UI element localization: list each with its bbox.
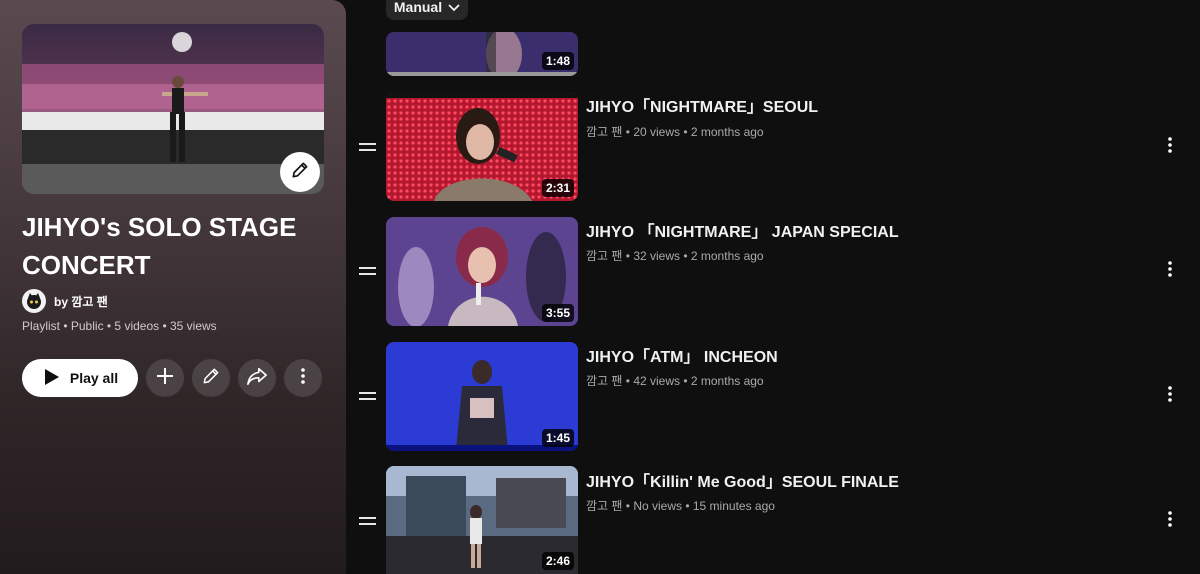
playlist-actions: Play all xyxy=(22,359,330,397)
drag-handle-icon[interactable] xyxy=(358,141,378,153)
play-all-label: Play all xyxy=(69,370,119,386)
playlist-cover-image[interactable] xyxy=(22,24,324,194)
edit-cover-button[interactable] xyxy=(280,152,320,192)
playlist-header-panel: JIHYO's SOLO STAGE CONCERT by 깜고 팬 Playl… xyxy=(0,0,346,574)
video-meta: 깜고 팬 • 42 views • 2 months ago xyxy=(586,374,764,388)
more-vert-icon xyxy=(1168,510,1172,532)
drag-handle-icon[interactable] xyxy=(358,390,378,402)
drag-handle-icon[interactable] xyxy=(358,265,378,277)
drag-handle-icon[interactable] xyxy=(358,515,378,527)
video-menu-button[interactable] xyxy=(1162,510,1178,532)
video-meta: 깜고 팬 • 20 views • 2 months ago xyxy=(586,125,764,139)
sort-button[interactable]: Manual xyxy=(386,0,468,20)
video-duration: 1:48 xyxy=(541,52,574,70)
video-title[interactable]: JIHYO「ATM」 INCHEON xyxy=(586,343,778,367)
video-thumbnail[interactable]: 3:55 xyxy=(386,217,578,326)
pencil-icon xyxy=(201,366,221,391)
pencil-icon xyxy=(290,160,310,185)
share-button[interactable] xyxy=(238,359,276,397)
sort-label: Manual xyxy=(393,0,443,15)
video-menu-button[interactable] xyxy=(1162,385,1178,407)
plus-icon xyxy=(155,366,175,391)
add-to-playlist-button[interactable] xyxy=(146,359,184,397)
more-vert-icon xyxy=(1168,260,1172,282)
chevron-down-icon xyxy=(448,0,460,15)
playlist-meta: Playlist • Public • 5 videos • 35 views xyxy=(22,319,217,333)
avatar[interactable] xyxy=(22,289,46,313)
video-menu-button[interactable] xyxy=(1162,260,1178,282)
video-thumbnail[interactable]: 1:48 xyxy=(386,32,578,76)
more-vert-icon xyxy=(1168,136,1172,158)
play-all-button[interactable]: Play all xyxy=(22,359,138,397)
more-vert-icon xyxy=(301,367,305,389)
owner-name[interactable]: by 깜고 팬 xyxy=(54,293,108,310)
share-icon xyxy=(246,366,268,391)
edit-playlist-button[interactable] xyxy=(192,359,230,397)
video-duration: 3:55 xyxy=(541,304,574,322)
video-title[interactable]: JIHYO 「NIGHTMARE」 JAPAN SPECIAL xyxy=(586,218,899,242)
video-meta: 깜고 팬 • 32 views • 2 months ago xyxy=(586,249,764,263)
playlist-owner[interactable]: by 깜고 팬 xyxy=(22,289,108,313)
video-meta: 깜고 팬 • No views • 15 minutes ago xyxy=(586,499,775,513)
more-vert-icon xyxy=(1168,385,1172,407)
video-duration: 1:45 xyxy=(541,429,574,447)
video-duration: 2:31 xyxy=(541,179,574,197)
video-title[interactable]: JIHYO「Killin' Me Good」SEOUL FINALE xyxy=(586,468,899,492)
video-thumbnail[interactable]: 2:46 xyxy=(386,466,578,574)
video-menu-button[interactable] xyxy=(1162,136,1178,158)
video-title[interactable]: JIHYO「NIGHTMARE」SEOUL xyxy=(586,93,818,117)
more-actions-button[interactable] xyxy=(284,359,322,397)
video-thumbnail[interactable]: 2:31 xyxy=(386,92,578,201)
play-icon xyxy=(42,368,60,389)
video-thumbnail[interactable]: 1:45 xyxy=(386,342,578,451)
video-duration: 2:46 xyxy=(541,552,574,570)
playlist-title[interactable]: JIHYO's SOLO STAGE CONCERT xyxy=(22,208,322,284)
